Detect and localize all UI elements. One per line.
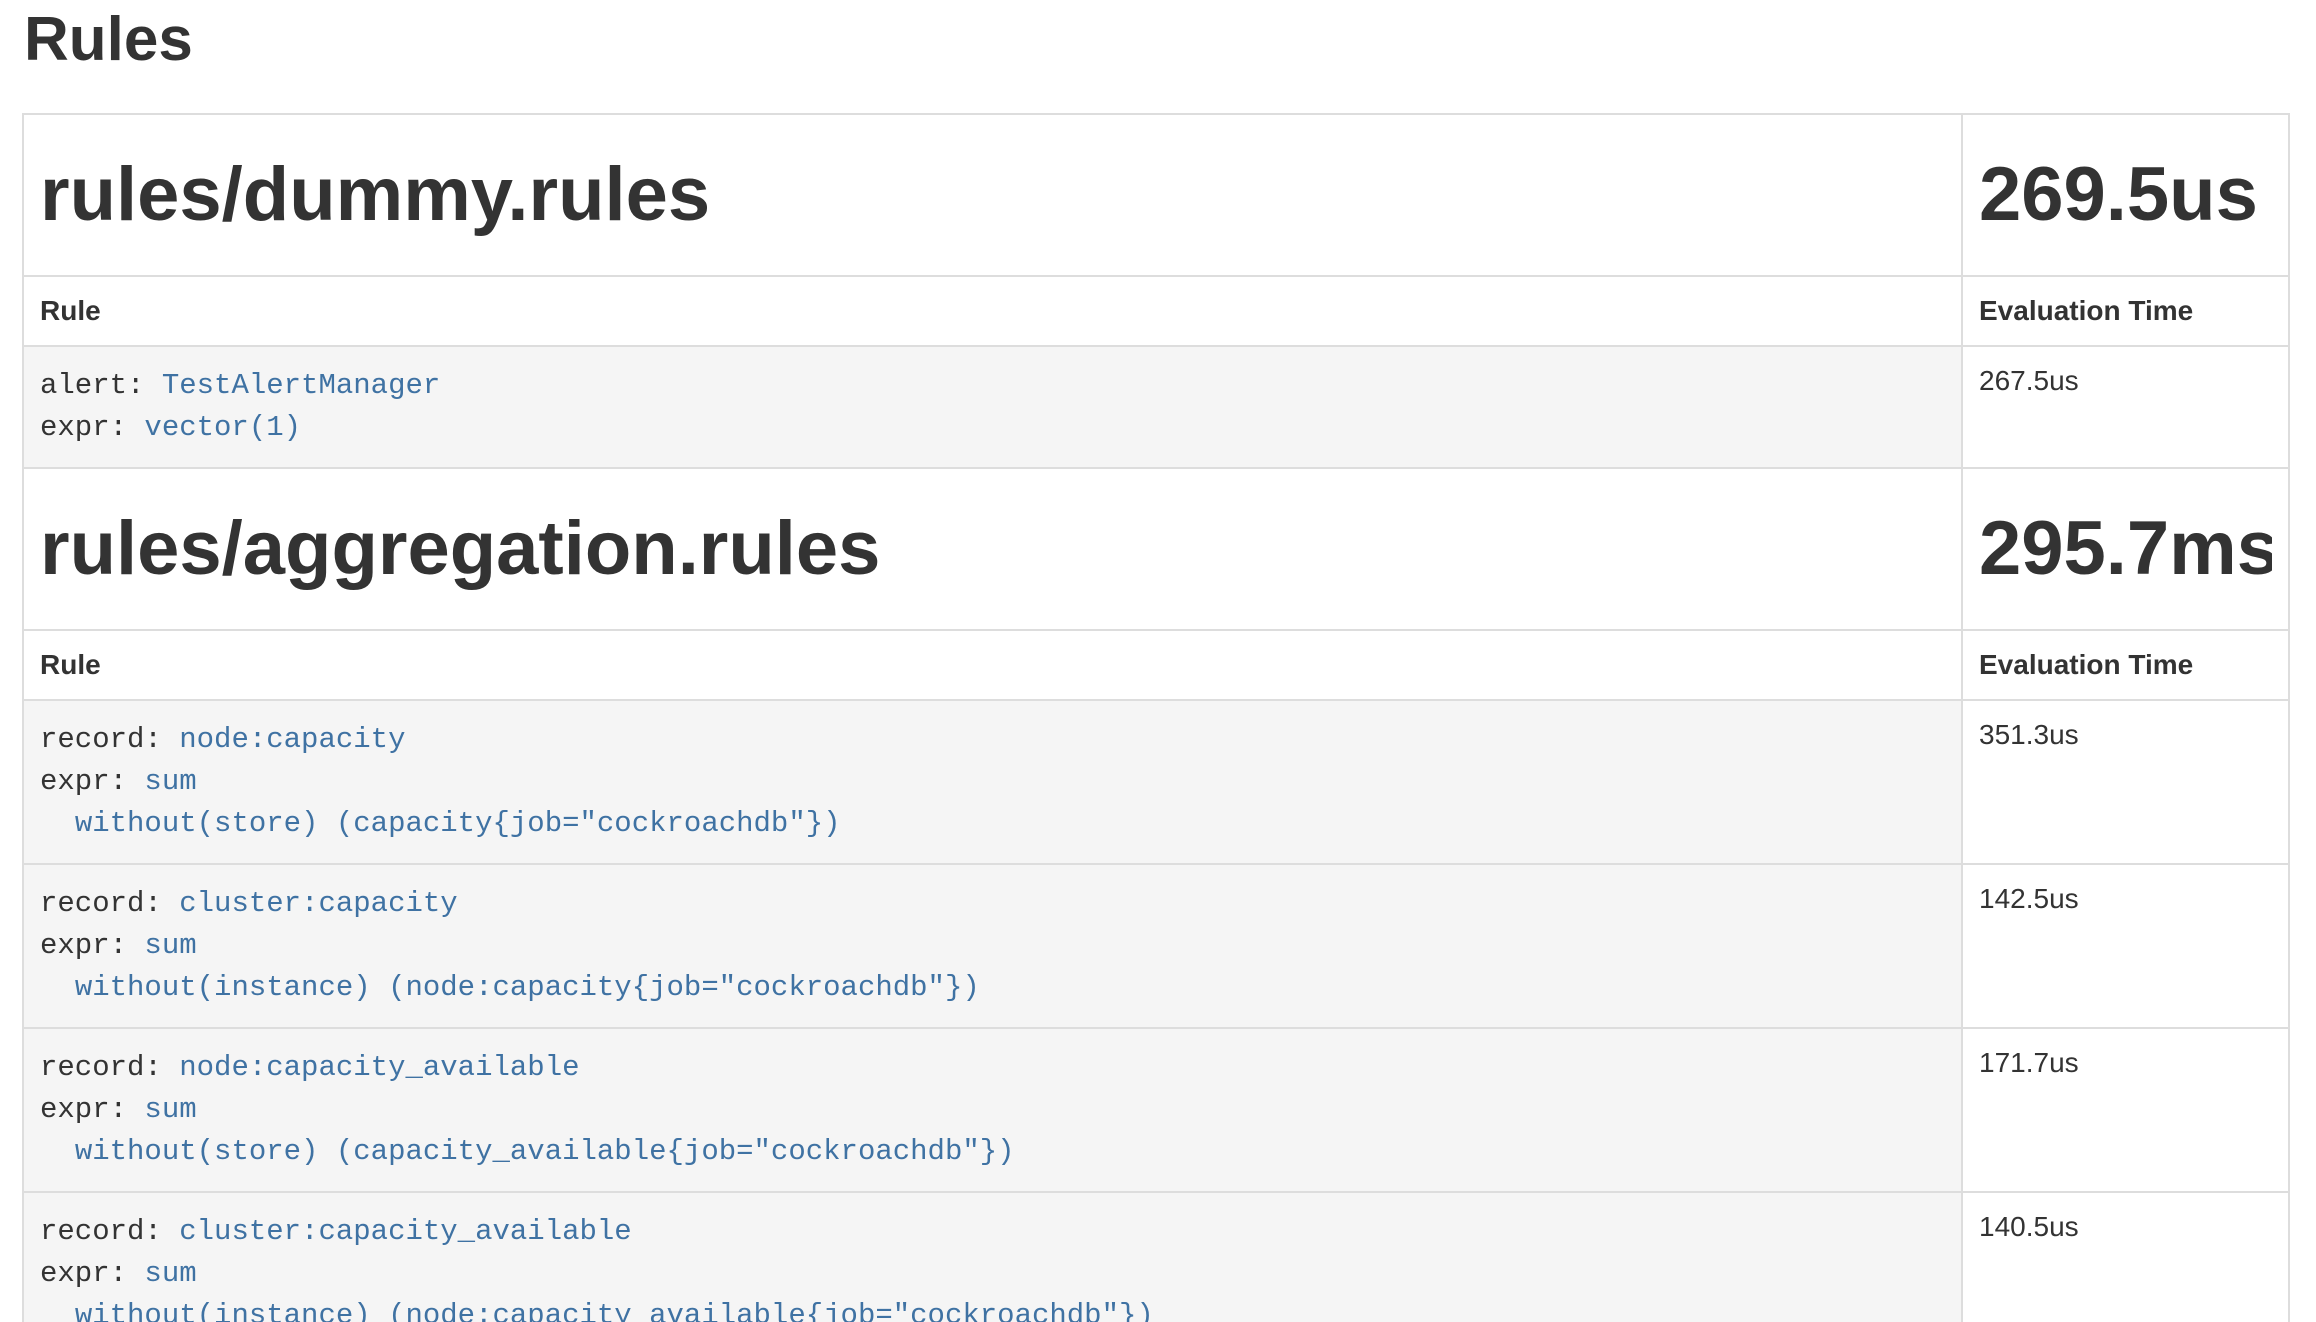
rule-keyword-label: record: [40,723,179,756]
rule-cell: record: cluster:capacity expr: sum witho… [23,864,1962,1028]
rule-column-header: Rule [23,276,1962,346]
rules-page: Rules rules/dummy.rules 269.5us Rule Eva… [0,0,2316,1322]
group-file-name: rules/dummy.rules [40,151,1945,239]
rule-evaluation-time: 171.7us [1962,1028,2289,1192]
record-name-link[interactable]: node:capacity [179,723,405,756]
rule-cell: alert: TestAlertManager expr: vector(1) [23,346,1962,468]
group-file-cell: rules/dummy.rules [23,114,1962,276]
expr-link[interactable]: vector(1) [144,411,301,444]
rule-row: record: cluster:capacity expr: sum witho… [23,864,2289,1028]
group-eval-cell: 295.7ms [1962,468,2289,630]
rule-row: record: cluster:capacity_available expr:… [23,1192,2289,1322]
rule-definition: record: node:capacity expr: sum without(… [40,719,1945,845]
column-header-row: Rule Evaluation Time [23,276,2289,346]
record-name-link[interactable]: cluster:capacity [179,887,457,920]
group-file-name: rules/aggregation.rules [40,505,1945,593]
rule-evaluation-time: 351.3us [1962,700,2289,864]
group-header-row: rules/dummy.rules 269.5us [23,114,2289,276]
rule-keyword-label: alert: [40,369,162,402]
group-header-row: rules/aggregation.rules 295.7ms [23,468,2289,630]
expr-link[interactable]: sum without(store) (capacity{job="cockro… [40,765,841,840]
group-file-cell: rules/aggregation.rules [23,468,1962,630]
rule-evaluation-time: 140.5us [1962,1192,2289,1322]
eval-column-header: Evaluation Time [1962,276,2289,346]
rule-definition: record: cluster:capacity_available expr:… [40,1211,1945,1322]
rule-row: alert: TestAlertManager expr: vector(1) … [23,346,2289,468]
rule-keyword-label: expr: [40,1093,144,1126]
column-header-row: Rule Evaluation Time [23,630,2289,700]
expr-link[interactable]: sum without(instance) (node:capacity{job… [40,929,980,1004]
rule-row: record: node:capacity expr: sum without(… [23,700,2289,864]
rule-evaluation-time: 267.5us [1962,346,2289,468]
rule-evaluation-time: 142.5us [1962,864,2289,1028]
eval-column-header: Evaluation Time [1962,630,2289,700]
rule-keyword-label: expr: [40,765,144,798]
rule-definition: record: cluster:capacity expr: sum witho… [40,883,1945,1009]
rule-cell: record: node:capacity_available expr: su… [23,1028,1962,1192]
rule-keyword-label: record: [40,1051,179,1084]
alert-name-link[interactable]: TestAlertManager [162,369,440,402]
record-name-link[interactable]: cluster:capacity_available [179,1215,631,1248]
rule-keyword-label: expr: [40,929,144,962]
rule-definition: alert: TestAlertManager expr: vector(1) [40,365,1945,449]
expr-link[interactable]: sum without(instance) (node:capacity_ava… [40,1257,1154,1322]
group-evaluation-time: 269.5us [1979,151,2272,239]
expr-link[interactable]: sum without(store) (capacity_available{j… [40,1093,1015,1168]
rule-row: record: node:capacity_available expr: su… [23,1028,2289,1192]
rule-keyword-label: record: [40,887,179,920]
rule-keyword-label: expr: [40,1257,144,1290]
rules-table: rules/dummy.rules 269.5us Rule Evaluatio… [22,113,2290,1322]
rule-keyword-label: record: [40,1215,179,1248]
rule-cell: record: node:capacity expr: sum without(… [23,700,1962,864]
rule-cell: record: cluster:capacity_available expr:… [23,1192,1962,1322]
group-eval-cell: 269.5us [1962,114,2289,276]
rule-keyword-label: expr: [40,411,144,444]
record-name-link[interactable]: node:capacity_available [179,1051,579,1084]
group-evaluation-time: 295.7ms [1979,505,2272,593]
page-title: Rules [22,0,2290,80]
rule-column-header: Rule [23,630,1962,700]
rule-definition: record: node:capacity_available expr: su… [40,1047,1945,1173]
